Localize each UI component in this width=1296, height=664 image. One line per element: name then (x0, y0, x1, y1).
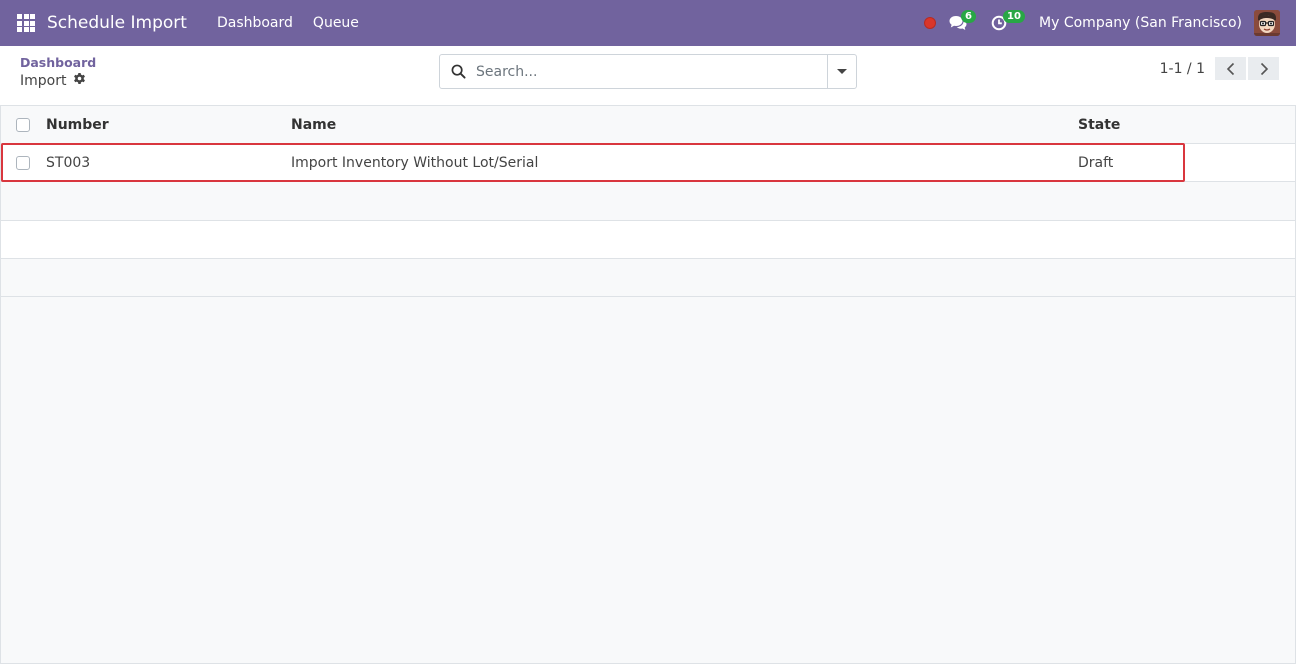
top-navbar: Schedule Import Dashboard Queue 6 10 My … (0, 0, 1296, 46)
activities-button[interactable]: 10 (991, 0, 1025, 46)
chevron-right-icon (1260, 62, 1268, 75)
breadcrumb-current: Import (20, 72, 86, 89)
pager-previous-button[interactable] (1215, 57, 1246, 80)
breadcrumb-dashboard[interactable]: Dashboard (20, 55, 96, 70)
gear-icon[interactable] (73, 72, 86, 89)
chevron-left-icon (1226, 62, 1234, 75)
apps-menu-button[interactable] (0, 0, 52, 46)
list-view: Number Name State ST003 Import Inventory… (0, 106, 1296, 664)
search-box (439, 54, 857, 89)
column-header-state[interactable]: State (1078, 106, 1120, 144)
menu-item-queue[interactable]: Queue (303, 0, 369, 46)
column-header-name[interactable]: Name (291, 106, 336, 144)
caret-down-icon (837, 69, 847, 74)
messages-count-badge: 6 (961, 10, 976, 23)
table-header: Number Name State (1, 106, 1295, 144)
messages-button[interactable]: 6 (949, 0, 981, 46)
apps-grid-icon (17, 14, 35, 32)
company-switcher[interactable]: My Company (San Francisco) (1039, 15, 1242, 31)
search-icon (440, 64, 476, 79)
search-options-toggle[interactable] (827, 55, 856, 88)
user-avatar-icon (1254, 10, 1280, 36)
pager-value[interactable]: 1-1 / 1 (1160, 61, 1205, 77)
activities-count-badge: 10 (1003, 10, 1025, 23)
menu-item-dashboard[interactable]: Dashboard (207, 0, 303, 46)
empty-row (1, 221, 1295, 259)
systray: 6 10 My Company (San Francisco) (924, 0, 1296, 46)
pager: 1-1 / 1 (1160, 57, 1279, 80)
page-title: Import (20, 72, 67, 89)
empty-row (1, 183, 1295, 221)
empty-row (1, 259, 1295, 297)
main-menu: Dashboard Queue (207, 0, 369, 46)
cell-name[interactable]: Import Inventory Without Lot/Serial (291, 144, 538, 182)
row-checkbox[interactable] (16, 156, 30, 170)
table-row[interactable]: ST003 Import Inventory Without Lot/Seria… (1, 144, 1295, 182)
search-input[interactable] (476, 55, 827, 88)
pager-next-button[interactable] (1248, 57, 1279, 80)
select-all-checkbox[interactable] (16, 118, 30, 132)
user-avatar[interactable] (1254, 10, 1280, 36)
column-header-number[interactable]: Number (46, 106, 109, 144)
cell-number[interactable]: ST003 (46, 144, 90, 182)
app-title[interactable]: Schedule Import (47, 13, 187, 33)
cell-state[interactable]: Draft (1078, 144, 1113, 182)
control-panel: Dashboard Import 1-1 / 1 (0, 46, 1296, 106)
recording-indicator-icon[interactable] (924, 17, 937, 29)
